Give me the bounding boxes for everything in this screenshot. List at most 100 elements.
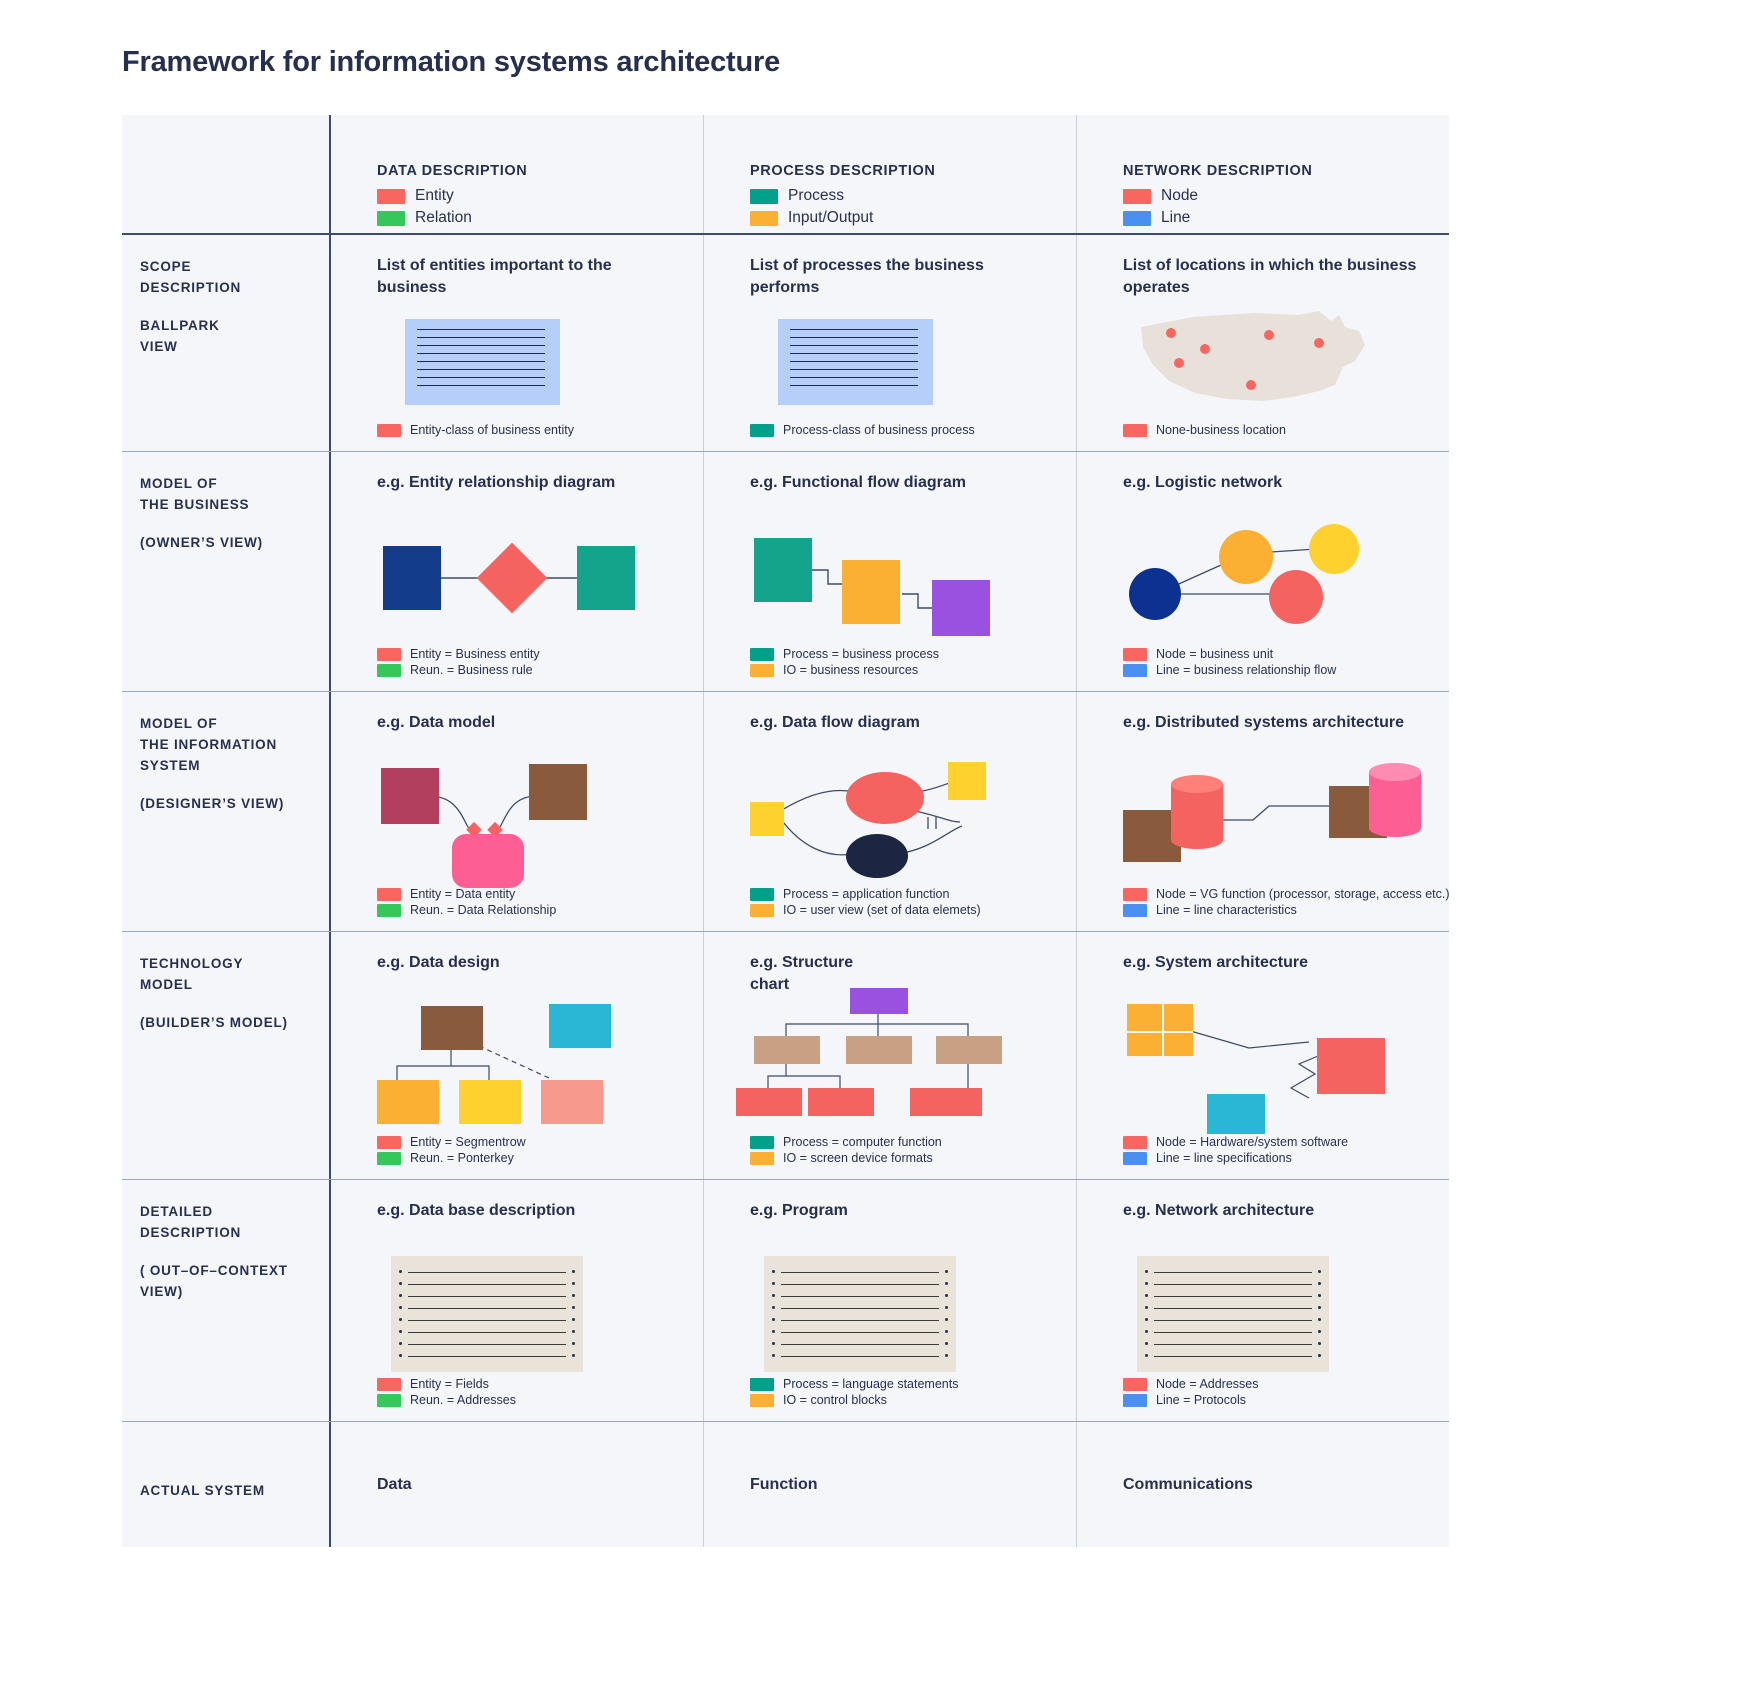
process-box-purple-root	[850, 988, 908, 1014]
legend-row: Process = business process	[750, 647, 939, 661]
swatch-process-class	[750, 423, 774, 437]
legend-text: IO = screen device formats	[783, 1151, 933, 1165]
row-label-model-business-main: MODEL OF THE BUSINESS	[140, 476, 250, 512]
legend-row: IO = user view (set of data elemets)	[750, 903, 981, 917]
swatch-line	[1123, 210, 1151, 226]
cell-legend: Node = business unit Line = business rel…	[1123, 647, 1336, 679]
cell-actual-communications: Communications	[1076, 1422, 1449, 1547]
legend-entity: Entity	[377, 187, 681, 205]
swatch-process	[750, 647, 774, 661]
cell-is-process: e.g. Data flow diagram Process = applica…	[703, 692, 1076, 931]
swatch-io	[750, 1151, 774, 1165]
entity-box-maroon	[381, 768, 439, 824]
entity-box-brown	[529, 764, 587, 820]
swatch-process	[750, 188, 778, 204]
legend-text: Reun. = Ponterkey	[410, 1151, 514, 1165]
legend-label-entity: Entity	[415, 187, 454, 204]
node-box-cyan	[1207, 1094, 1265, 1134]
legend-text: IO = user view (set of data elemets)	[783, 903, 981, 917]
cell-heading: List of entities important to the busine…	[377, 257, 612, 296]
row-label-model-is-main: MODEL OF THE INFORMATION SYSTEM	[140, 716, 277, 773]
row-label-model-is-sub: (DESIGNER’S VIEW)	[140, 795, 285, 811]
swatch-entity-class	[377, 423, 401, 437]
artwork-system-architecture	[1123, 1002, 1427, 1152]
legend-text: Reun. = Data Relationship	[410, 903, 557, 917]
legend-text: Process = business process	[783, 647, 939, 661]
swatch-node	[1123, 188, 1151, 204]
cell-heading: e.g. Distributed systems architecture	[1123, 714, 1404, 731]
io-box-red-2	[808, 1088, 874, 1116]
relationship-box-pink	[452, 834, 524, 888]
cell-detailed-process: e.g. Program Process = language statemen…	[703, 1180, 1076, 1421]
entity-box-teal	[577, 546, 635, 610]
legend-row: Line = line specifications	[1123, 1151, 1348, 1165]
cell-tech-process: e.g. Structure chart Process = computer …	[703, 932, 1076, 1179]
legend-text: Node = business unit	[1156, 647, 1274, 661]
legend-row: Node = business unit	[1123, 647, 1336, 661]
swatch-line	[1123, 1393, 1147, 1407]
legend-row: IO = screen device formats	[750, 1151, 942, 1165]
cell-business-process: e.g. Functional flow diagram Process = b…	[703, 452, 1076, 691]
cell-legend: Process-class of business process	[750, 423, 975, 439]
legend-node: Node	[1123, 187, 1427, 205]
header-row: DATA DESCRIPTION Entity Relation PROCESS…	[122, 115, 1449, 233]
legend-text: None-business location	[1156, 423, 1286, 437]
actual-system-label: ACTUAL SYSTEM	[140, 1483, 265, 1498]
cell-tech-data: e.g. Data design Entity = Segmentrow Reu…	[329, 932, 703, 1179]
cell-heading: e.g. Entity relationship diagram	[377, 474, 616, 491]
io-box-red-3	[910, 1088, 982, 1116]
legend-text: IO = control blocks	[783, 1393, 887, 1407]
cell-actual-data: Data	[329, 1422, 703, 1547]
cell-legend: Node = Addresses Line = Protocols	[1123, 1377, 1259, 1409]
legend-row: Entity-class of business entity	[377, 423, 574, 437]
legend-text: Entity = Segmentrow	[410, 1135, 526, 1149]
swatch-relation	[377, 1151, 401, 1165]
cell-actual-function: Function	[703, 1422, 1076, 1547]
swatch-node	[1123, 887, 1147, 901]
cell-heading: e.g. Logistic network	[1123, 474, 1283, 491]
actual-value-function: Function	[750, 1475, 818, 1493]
legend-row: Reun. = Business rule	[377, 663, 540, 677]
cell-heading: e.g. Data model	[377, 714, 496, 731]
legend-text: Line = business relationship flow	[1156, 663, 1337, 677]
column-header-process: PROCESS DESCRIPTION Process Input/Output	[703, 115, 1076, 233]
legend-row: Entity = Data entity	[377, 887, 556, 901]
node-circle-yellow	[1309, 524, 1359, 574]
row-label-scope: SCOPE DESCRIPTION BALLPARK VIEW	[122, 235, 329, 451]
cell-heading: e.g. System architecture	[1123, 954, 1308, 971]
legend-row: Reun. = Addresses	[377, 1393, 516, 1407]
process-box-tan-2	[846, 1036, 912, 1064]
cell-legend: Entity = Business entity Reun. = Busines…	[377, 647, 540, 679]
legend-row: Line = line characteristics	[1123, 903, 1450, 917]
legend-label-input-output: Input/Output	[788, 209, 874, 226]
swatch-io	[750, 1393, 774, 1407]
swatch-input-output	[750, 210, 778, 226]
column-title-network: NETWORK DESCRIPTION	[1123, 163, 1313, 179]
cell-scope-process: List of processes the business performs …	[703, 235, 1076, 451]
cylinder-red	[1171, 775, 1223, 849]
cell-detailed-data: e.g. Data base description Entity = Fiel…	[329, 1180, 703, 1421]
cell-heading: e.g. Data flow diagram	[750, 714, 920, 731]
swatch-relation	[377, 1393, 401, 1407]
cell-legend: Process = computer function IO = screen …	[750, 1135, 942, 1167]
swatch-relation	[377, 663, 401, 677]
process-ellipse-navy	[846, 834, 908, 878]
process-box-purple	[932, 580, 990, 636]
swatch-relation	[377, 210, 405, 226]
cell-legend: Node = VG function (processor, storage, …	[1123, 887, 1450, 919]
legend-row: Line = Protocols	[1123, 1393, 1259, 1407]
cell-legend: Process = language statements IO = contr…	[750, 1377, 958, 1409]
row-scope-description: SCOPE DESCRIPTION BALLPARK VIEW List of …	[122, 233, 1449, 451]
entity-box-cyan	[549, 1004, 611, 1048]
cell-legend: Node = Hardware/system software Line = l…	[1123, 1135, 1348, 1167]
cell-business-network: e.g. Logistic network Node = business un…	[1076, 452, 1449, 691]
cell-tech-network: e.g. System architecture Node = Hardware…	[1076, 932, 1449, 1179]
cylinder-pink	[1369, 763, 1421, 837]
process-box-tan-3	[936, 1036, 1002, 1064]
cell-heading: e.g. Program	[750, 1202, 848, 1219]
legend-input-output: Input/Output	[750, 209, 1054, 227]
row-label-model-business: MODEL OF THE BUSINESS (OWNER’S VIEW)	[122, 452, 329, 691]
swatch-node	[1123, 647, 1147, 661]
swatch-line	[1123, 1151, 1147, 1165]
map-icon	[1141, 311, 1365, 401]
